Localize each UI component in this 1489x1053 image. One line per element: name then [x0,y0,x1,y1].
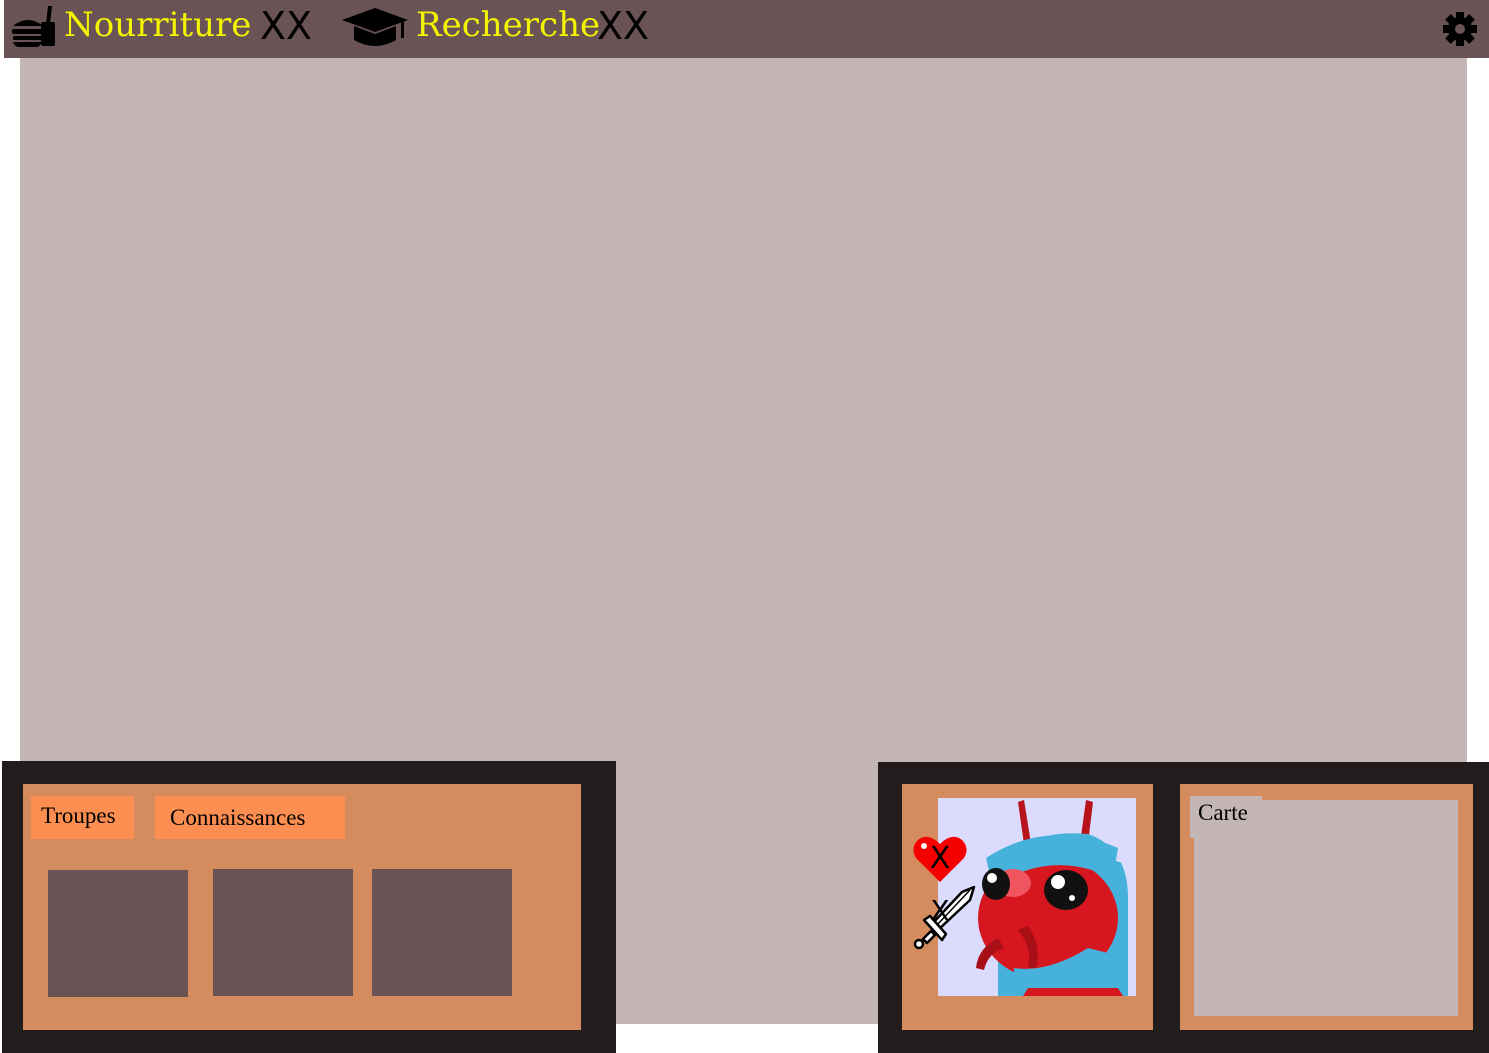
tab-carte[interactable]: Carte [1190,796,1262,838]
health-value: X [929,841,951,876]
graduation-cap-icon [342,8,408,46]
research-label: Recherche [416,5,601,45]
tab-connaissances[interactable]: Connaissances [155,796,345,839]
tab-troupes[interactable]: Troupes [31,796,134,839]
troop-slot[interactable] [372,869,512,996]
food-burger-drink-icon [12,6,55,47]
troop-slot[interactable] [213,869,353,996]
research-value: XX [597,4,650,48]
attack-value: X [930,894,950,927]
troop-slot[interactable] [48,870,188,997]
gear-icon[interactable] [1442,11,1478,47]
food-label: Nourriture [64,5,252,45]
food-value: XX [260,4,313,48]
